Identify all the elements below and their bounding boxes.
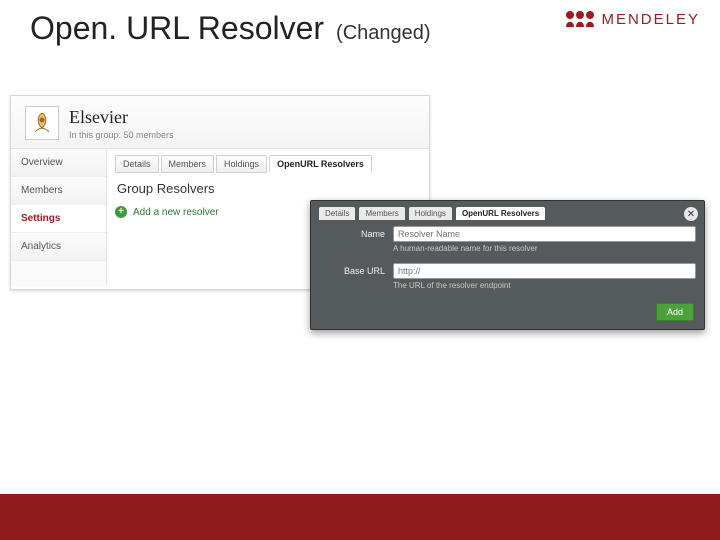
group-header: Elsevier In this group: 50 members bbox=[11, 96, 429, 149]
tab-openurl-resolvers[interactable]: OpenURL Resolvers bbox=[269, 155, 372, 173]
mendeley-mark-icon bbox=[565, 10, 595, 28]
name-input[interactable] bbox=[393, 226, 696, 242]
sidebar-item-members[interactable]: Members bbox=[11, 177, 106, 205]
page-title: Open. URL Resolver bbox=[30, 10, 324, 47]
name-hint: A human-readable name for this resolver bbox=[393, 244, 696, 253]
settings-tabs: Details Members Holdings OpenURL Resolve… bbox=[115, 155, 421, 173]
add-button[interactable]: Add bbox=[656, 303, 694, 321]
close-icon: ✕ bbox=[687, 209, 695, 220]
base-url-input[interactable] bbox=[393, 263, 696, 279]
add-resolver-label: Add a new resolver bbox=[133, 207, 219, 218]
modal-tab-members[interactable]: Members bbox=[359, 207, 404, 220]
plus-icon: + bbox=[115, 206, 127, 218]
tab-holdings[interactable]: Holdings bbox=[216, 155, 267, 173]
base-url-label: Base URL bbox=[325, 263, 385, 276]
group-name: Elsevier bbox=[69, 107, 174, 128]
tab-details[interactable]: Details bbox=[115, 155, 159, 173]
mendeley-logo: MENDELEY bbox=[565, 10, 700, 28]
mendeley-wordmark: MENDELEY bbox=[601, 11, 700, 28]
base-url-hint: The URL of the resolver endpoint bbox=[393, 281, 696, 290]
add-resolver-modal: ✕ Details Members Holdings OpenURL Resol… bbox=[310, 200, 705, 330]
modal-tab-holdings[interactable]: Holdings bbox=[409, 207, 452, 220]
close-button[interactable]: ✕ bbox=[684, 207, 698, 221]
name-label: Name bbox=[325, 226, 385, 239]
sidebar-item-settings[interactable]: Settings bbox=[11, 205, 106, 233]
modal-tab-details[interactable]: Details bbox=[319, 207, 355, 220]
modal-tab-openurl-resolvers[interactable]: OpenURL Resolvers bbox=[456, 207, 545, 220]
sidebar: Overview Members Settings Analytics bbox=[11, 149, 107, 286]
elsevier-logo-icon bbox=[25, 106, 59, 140]
tab-members[interactable]: Members bbox=[161, 155, 215, 173]
sidebar-item-analytics[interactable]: Analytics bbox=[11, 233, 106, 261]
modal-tabs: Details Members Holdings OpenURL Resolve… bbox=[319, 207, 696, 220]
section-heading: Group Resolvers bbox=[117, 181, 421, 196]
group-member-count: In this group: 50 members bbox=[69, 130, 174, 140]
page-subtitle: (Changed) bbox=[336, 22, 431, 45]
sidebar-item-overview[interactable]: Overview bbox=[11, 149, 106, 177]
footer-band bbox=[0, 494, 720, 540]
